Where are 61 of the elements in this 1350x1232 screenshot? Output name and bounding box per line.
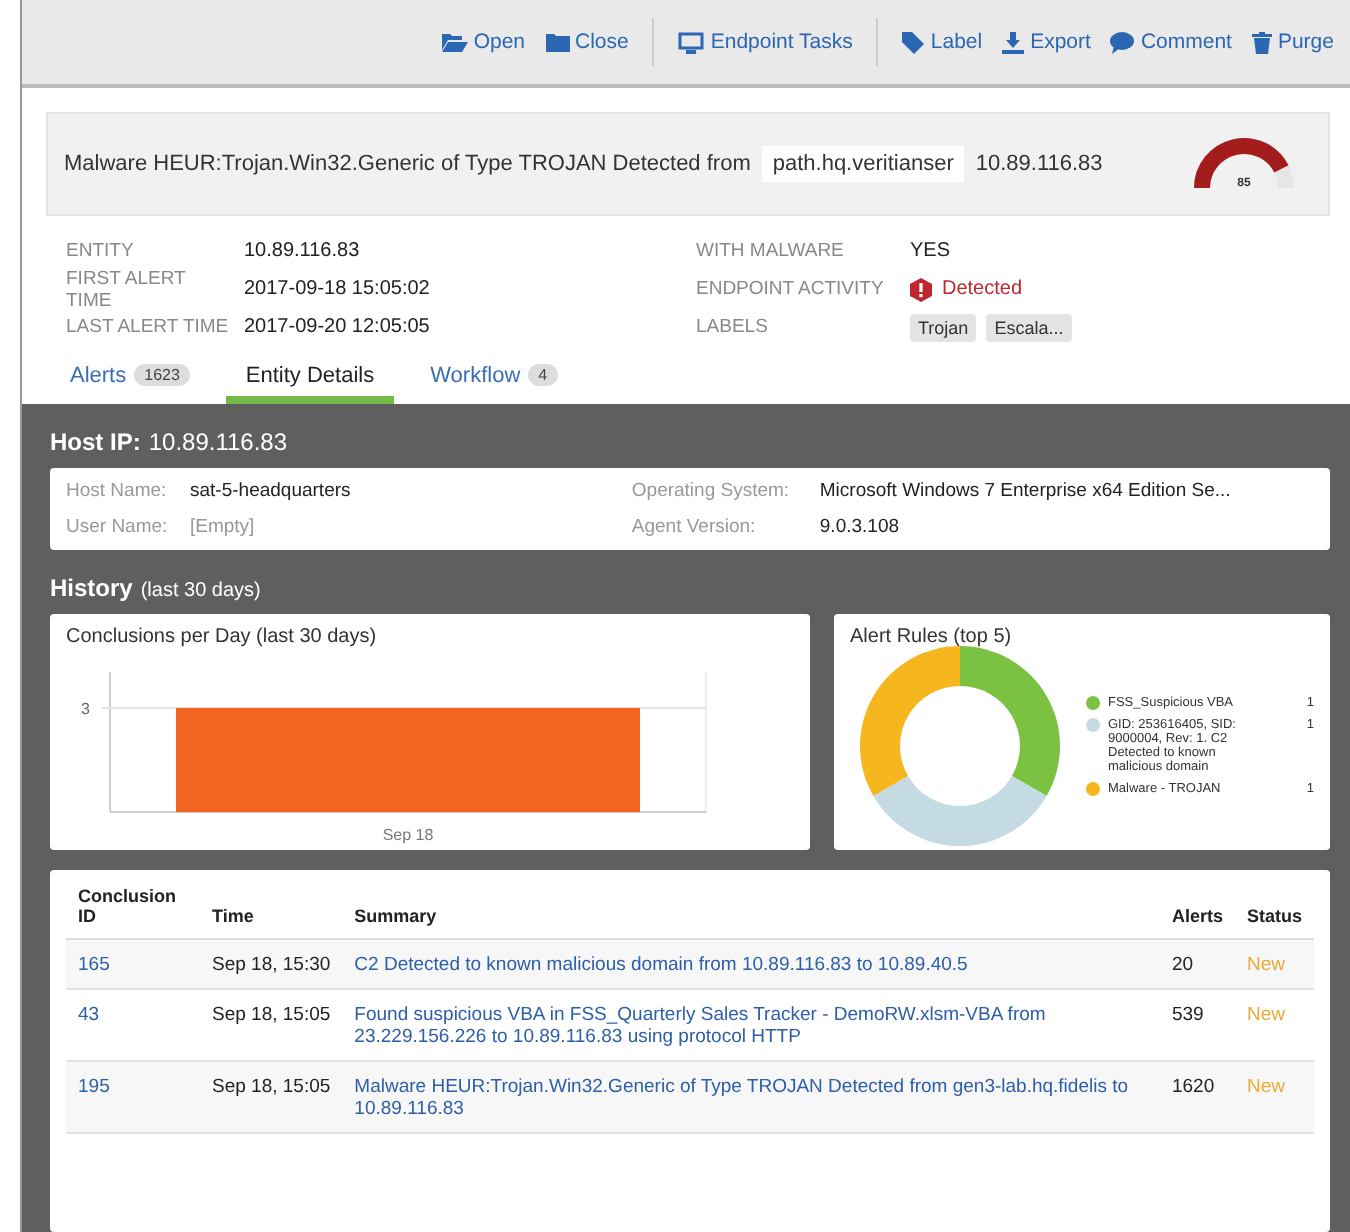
alert-icon xyxy=(910,277,932,301)
field-label: Host Name: xyxy=(66,480,169,502)
chart-title: Conclusions per Day (last 30 days) xyxy=(66,626,379,648)
close-button[interactable]: Close xyxy=(537,26,637,58)
download-icon xyxy=(1002,31,1025,53)
label-button[interactable]: Label xyxy=(894,26,991,58)
summary-link[interactable]: C2 Detected to known malicious domain from 10.89.116.83 to 10.89.40.5 xyxy=(342,939,1160,989)
trash-icon xyxy=(1251,31,1272,53)
table-cell: Sep 18, 15:30 xyxy=(200,939,343,989)
alert-ip: 10.89.116.83 xyxy=(975,152,1103,176)
conclusion-id-link[interactable]: 165 xyxy=(66,939,200,989)
table-cell: Sep 18, 15:05 xyxy=(200,1061,343,1133)
field-label: User Name: xyxy=(66,516,170,538)
y-tick: 3 xyxy=(81,700,90,718)
chart-title: Alert Rules (top 5) xyxy=(850,626,1014,648)
purge-button[interactable]: Purge xyxy=(1243,26,1342,58)
host-ip: 10.89.116.83 xyxy=(148,428,288,456)
detail-label: LABELS xyxy=(696,316,770,338)
status-cell: New xyxy=(1234,1061,1314,1133)
tag-icon xyxy=(902,31,925,53)
detail-label: WITH MALWARE xyxy=(696,240,846,262)
detail-value: Detected xyxy=(942,278,1023,300)
comment-icon xyxy=(1110,31,1135,53)
conclusion-id-link[interactable]: 195 xyxy=(66,1061,200,1133)
score-gauge xyxy=(1192,134,1296,194)
table-cell: 20 xyxy=(1159,939,1235,989)
history-heading: History xyxy=(50,574,133,602)
detail-label: ENTITY xyxy=(66,240,136,262)
field-label: Agent Version: xyxy=(631,516,758,538)
count-badge: 4 xyxy=(528,364,558,386)
monitor-icon xyxy=(678,31,705,53)
x-tick: Sep 18 xyxy=(382,826,434,844)
folder-icon xyxy=(545,32,569,52)
alert-title: Malware HEUR:Trojan.Win32.Generic of Type TROJAN Detected from xyxy=(64,152,751,176)
detail-label: ENDPOINT ACTIVITY xyxy=(696,278,886,300)
field-label: Operating System: xyxy=(631,480,792,502)
export-button[interactable]: Export xyxy=(994,26,1099,58)
history-note: (last 30 days) xyxy=(140,580,261,602)
tab[interactable]: Alerts 1623 xyxy=(50,354,210,404)
detail-value: 10.89.116.83 xyxy=(244,240,360,262)
folder-open-icon xyxy=(441,32,468,52)
comment-button[interactable]: Comment xyxy=(1102,26,1240,58)
tab[interactable]: Workflow 4 xyxy=(410,354,578,404)
count-badge: 1623 xyxy=(134,364,190,386)
detail-label: FIRST ALERT TIME xyxy=(66,267,188,311)
detail-value: YES xyxy=(910,240,951,262)
detail-value: 2017-09-20 12:05:05 xyxy=(244,316,430,338)
label-tag[interactable]: Trojan xyxy=(910,313,977,341)
open-button[interactable]: Open xyxy=(433,26,533,58)
field-value: sat-5-headquarters xyxy=(190,480,351,502)
detail-value: 2017-09-18 15:05:02 xyxy=(244,278,430,300)
host-heading: Host IP: xyxy=(50,428,141,456)
detail-label: LAST ALERT TIME xyxy=(66,316,231,338)
endpoint-tasks-button[interactable]: Endpoint Tasks xyxy=(670,26,861,58)
summary-link[interactable]: Malware HEUR:Trojan.Win32.Generic of Type TROJAN Detected from gen3-lab.hq.fidelis to 10.89.116.83 xyxy=(342,1061,1160,1133)
status-cell: New xyxy=(1234,939,1314,989)
field-value: 9.0.3.108 xyxy=(819,516,900,538)
label-tag[interactable]: Escala... xyxy=(986,313,1072,341)
host-name: path.hq.veritianser xyxy=(762,146,964,182)
table-cell: 1620 xyxy=(1159,1061,1235,1133)
field-value: Microsoft Windows 7 Enterprise x64 Edition Se... xyxy=(819,480,1231,502)
